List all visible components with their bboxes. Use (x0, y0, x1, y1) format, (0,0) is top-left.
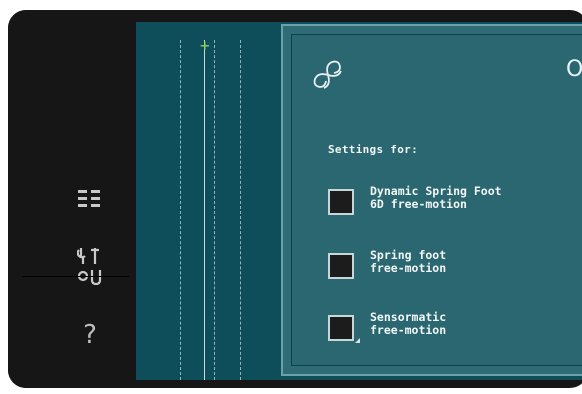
checkbox[interactable] (328, 253, 354, 279)
pointer-line (22, 276, 129, 277)
guide-line (214, 40, 215, 380)
stitch-preview: + (136, 22, 278, 380)
list-icon[interactable] (76, 188, 104, 214)
machine-panel: ? + O Settings for: Dynamic Spring Foot … (8, 10, 582, 388)
spiral-logo-icon (310, 57, 346, 97)
settings-tools-icon[interactable] (76, 246, 104, 290)
option-sensormatic[interactable]: Sensormatic free-motion (328, 311, 582, 349)
option-label: Dynamic Spring Foot 6D free-motion (370, 184, 502, 211)
needle-position-marker: + (200, 36, 210, 55)
settings-heading: Settings for: (328, 143, 418, 156)
main-screen: + OK Settings for: (136, 22, 582, 380)
checkbox[interactable] (328, 315, 354, 341)
option-label: Spring foot free-motion (370, 248, 447, 275)
option-spring-foot[interactable]: Spring foot free-motion (328, 249, 582, 287)
guide-line (180, 40, 181, 380)
option-label: Sensormatic free-motion (370, 310, 447, 337)
sidebar: ? (8, 10, 136, 388)
settings-dialog: OK Settings for: Dynamic Spring Foot 6D … (281, 24, 582, 376)
checkbox[interactable] (328, 189, 354, 215)
guide-line (240, 40, 241, 380)
option-dynamic-spring-foot[interactable]: Dynamic Spring Foot 6D free-motion (328, 185, 582, 223)
help-icon[interactable]: ? (76, 320, 104, 350)
ok-button[interactable]: OK (566, 57, 582, 82)
submenu-corner-icon (355, 338, 360, 343)
dialog-panel: OK Settings for: Dynamic Spring Foot 6D … (291, 34, 582, 366)
center-line (204, 40, 205, 380)
